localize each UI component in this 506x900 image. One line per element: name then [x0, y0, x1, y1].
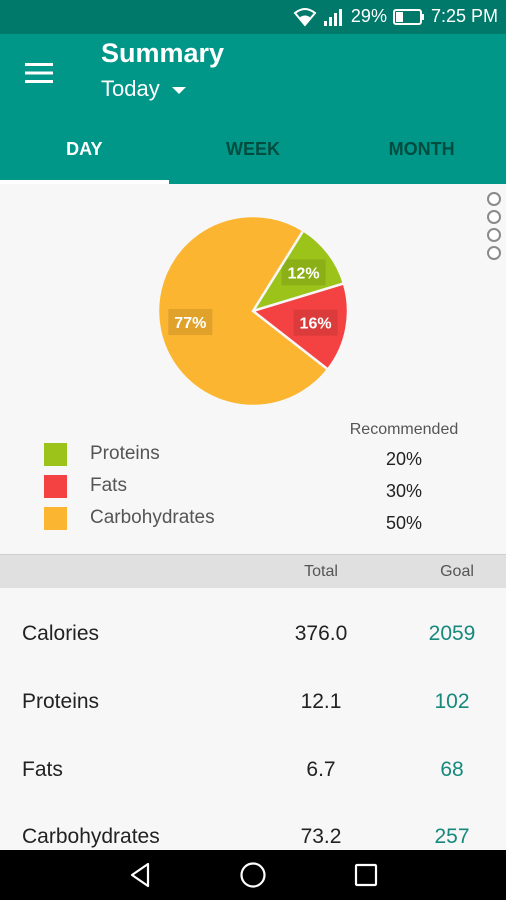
- tab-week[interactable]: WEEK: [169, 130, 338, 184]
- status-icons: 29% 7:25 PM: [293, 6, 498, 27]
- tab-bar: DAY WEEK MONTH: [0, 130, 506, 184]
- legend-item: Proteins: [44, 438, 215, 470]
- macros-chart-card: 12% 16% 77% Proteins Fats Carbohydrates Re…: [0, 184, 506, 554]
- signal-icon: [323, 7, 345, 27]
- recents-square-icon: [354, 863, 378, 887]
- recommended-column: Recommended 20% 30% 50%: [346, 421, 462, 539]
- home-button[interactable]: [238, 860, 268, 890]
- row-name: Proteins: [22, 690, 100, 713]
- row-total: 12.1: [300, 690, 342, 713]
- row-total: 376.0: [294, 622, 348, 645]
- dropdown-caret-icon: [171, 86, 186, 94]
- pie-label-carbohydrates: 77%: [174, 315, 206, 332]
- back-button[interactable]: [126, 860, 156, 890]
- table-row[interactable]: Carbohydrates 73.2 257: [0, 803, 506, 850]
- tab-week-label: WEEK: [226, 139, 280, 159]
- table-row[interactable]: Fats 6.7 68: [0, 736, 506, 804]
- row-goal: 2059: [428, 622, 476, 645]
- row-name: Fats: [22, 758, 63, 781]
- page-dot[interactable]: [487, 210, 501, 224]
- system-navigation-bar: [0, 850, 506, 900]
- macros-pie-chart: 12% 16% 77%: [156, 214, 350, 408]
- legend-label: Carbohydrates: [90, 507, 215, 528]
- period-dropdown[interactable]: Today: [101, 76, 186, 102]
- table-row[interactable]: Proteins 12.1 102: [0, 668, 506, 736]
- period-dropdown-label: Today: [101, 76, 160, 101]
- recents-button[interactable]: [351, 860, 381, 890]
- chart-legend: Proteins Fats Carbohydrates: [44, 438, 215, 534]
- column-header-goal: Goal: [440, 563, 474, 580]
- legend-item: Carbohydrates: [44, 502, 215, 534]
- legend-label: Proteins: [90, 443, 160, 464]
- back-triangle-icon: [130, 862, 150, 888]
- recommended-value: 20%: [385, 449, 423, 469]
- row-total: 73.2: [300, 825, 342, 848]
- menu-button[interactable]: [18, 56, 60, 90]
- wifi-icon: [293, 7, 317, 27]
- row-goal: 68: [440, 758, 464, 781]
- tab-day-label: DAY: [66, 139, 103, 159]
- page-dot[interactable]: [487, 192, 501, 206]
- row-goal: 257: [434, 825, 470, 848]
- battery-percent: 29%: [350, 6, 387, 26]
- app-bar: Summary Today DAY WEEK MONTH: [0, 34, 506, 184]
- row-name: Carbohydrates: [22, 825, 160, 848]
- recommended-value: 30%: [385, 481, 423, 501]
- tab-day[interactable]: DAY: [0, 130, 169, 184]
- legend-swatch-carbohydrates: [44, 506, 67, 530]
- home-circle-icon: [240, 862, 266, 888]
- legend-item: Fats: [44, 470, 215, 502]
- hamburger-menu-icon: [25, 63, 53, 83]
- page-dot[interactable]: [487, 246, 501, 260]
- column-header-total: Total: [304, 563, 338, 580]
- table-row[interactable]: Calories 376.0 2059: [0, 600, 506, 668]
- tab-month-label: MONTH: [388, 139, 455, 159]
- recommended-heading: Recommended: [349, 421, 459, 438]
- page-dot[interactable]: [487, 228, 501, 242]
- legend-swatch-fats: [44, 474, 67, 498]
- clock: 7:25 PM: [430, 6, 498, 26]
- page-title: Summary: [101, 38, 225, 68]
- row-goal: 102: [434, 690, 470, 713]
- page-indicator: [487, 192, 501, 260]
- legend-swatch-proteins: [44, 442, 67, 466]
- legend-label: Fats: [90, 475, 127, 496]
- pie-label-proteins: 12%: [288, 265, 320, 282]
- status-bar: 29% 7:25 PM: [0, 0, 506, 34]
- table-header: Total Goal: [0, 554, 506, 588]
- pie-label-fats: 16%: [300, 316, 332, 333]
- nutrition-table: Calories 376.0 2059 Proteins 12.1 102 Fa…: [0, 588, 506, 850]
- row-total: 6.7: [306, 758, 336, 781]
- row-name: Calories: [22, 622, 100, 645]
- tab-month[interactable]: MONTH: [337, 130, 506, 184]
- battery-icon: [392, 8, 425, 26]
- recommended-value: 50%: [385, 513, 423, 533]
